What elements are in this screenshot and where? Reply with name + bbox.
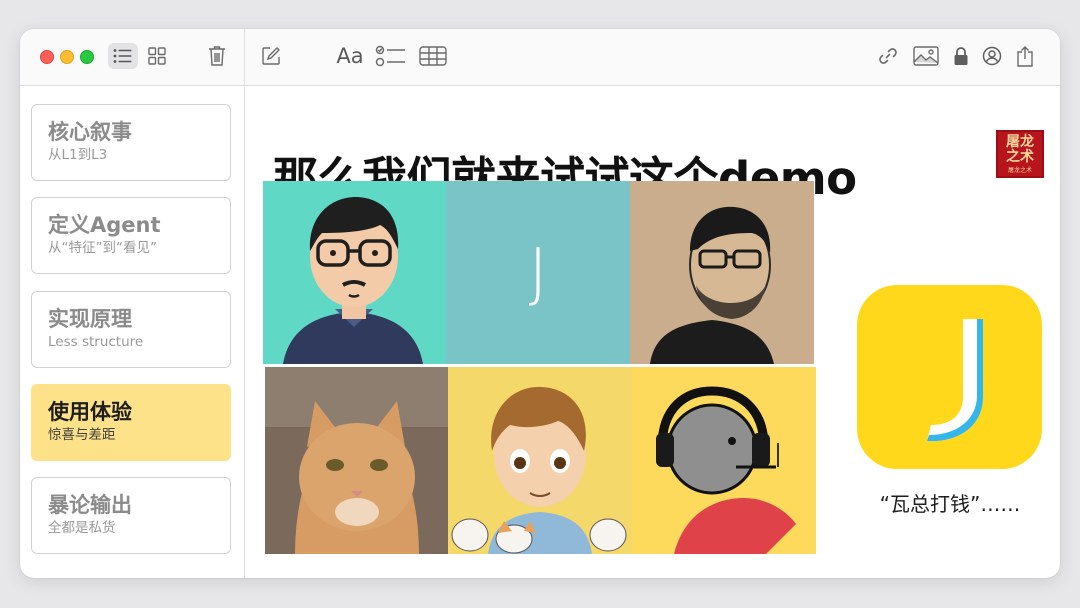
zoom-window-button[interactable] (80, 50, 94, 64)
avatar-letter: J (528, 235, 548, 310)
sidebar-item-subtitle: 从L1到L3 (48, 147, 108, 163)
sidebar-item-core-narrative[interactable]: 核心叙事 从L1到L3 (31, 104, 231, 181)
seal-text-1: 屠龙 (1006, 133, 1034, 150)
avatar-letter-j: J (446, 181, 630, 364)
sidebar-item-hot-takes[interactable]: 暴论输出 全都是私货 (31, 477, 231, 554)
sidebar-item-title: 实现原理 (48, 307, 132, 331)
compose-icon[interactable] (258, 43, 284, 69)
trash-icon[interactable] (204, 42, 230, 70)
sidebar-item-implementation[interactable]: 实现原理 Less structure (31, 291, 231, 368)
gallery-view-icon[interactable] (144, 43, 170, 69)
lock-icon[interactable] (949, 43, 973, 69)
avatar-anime-cats (448, 367, 632, 554)
link-icon[interactable] (875, 43, 901, 69)
avatar-cartoon-glasses (263, 181, 446, 364)
export-icon[interactable] (1012, 42, 1038, 70)
sidebar-item-subtitle: 全都是私货 (48, 520, 116, 536)
sidebar-item-title: 核心叙事 (48, 120, 132, 144)
app-icon-j (857, 285, 1042, 469)
list-view-icon[interactable] (108, 43, 138, 69)
share-user-icon[interactable] (979, 43, 1005, 69)
seal-logo: 屠龙 之术 屠龙之术 (996, 130, 1044, 178)
sidebar-item-user-experience[interactable]: 使用体验 惊喜与差距 (31, 384, 231, 461)
sidebar-item-subtitle: Less structure (48, 334, 144, 350)
sidebar-item-subtitle: 惊喜与差距 (48, 427, 116, 443)
table-icon[interactable] (418, 43, 448, 69)
minimize-window-button[interactable] (60, 50, 74, 64)
avatar-headphones-doodle (632, 367, 816, 554)
sidebar-item-title: 定义Agent (48, 213, 161, 237)
close-window-button[interactable] (40, 50, 54, 64)
sidebar-item-subtitle: 从“特征”到“看见” (48, 240, 157, 256)
toolbar: Aa (20, 29, 1060, 86)
seal-small-text: 屠龙之术 (1007, 166, 1032, 174)
format-icon[interactable]: Aa (332, 41, 368, 71)
note-content: 那么我们就来试试这个demo 屠龙 之术 屠龙之术 J “瓦总打钱”…… (245, 86, 1060, 578)
caption-text: “瓦总打钱”…… (879, 492, 1021, 516)
checklist-icon[interactable] (374, 43, 408, 69)
seal-text-2: 之术 (1006, 148, 1034, 165)
notes-window: Aa 核心叙事 从L1到L3 定义Agent 从“特征”到“看见” 实现原理 L… (20, 29, 1060, 578)
sidebar-item-title: 使用体验 (48, 400, 132, 424)
sidebar: 核心叙事 从L1到L3 定义Agent 从“特征”到“看见” 实现原理 Less… (20, 86, 244, 578)
avatar-sketch-man (630, 181, 814, 364)
sidebar-item-define-agent[interactable]: 定义Agent 从“特征”到“看见” (31, 197, 231, 274)
cat-photo (265, 367, 448, 554)
sidebar-item-title: 暴论输出 (48, 493, 132, 517)
media-icon[interactable] (910, 43, 942, 69)
